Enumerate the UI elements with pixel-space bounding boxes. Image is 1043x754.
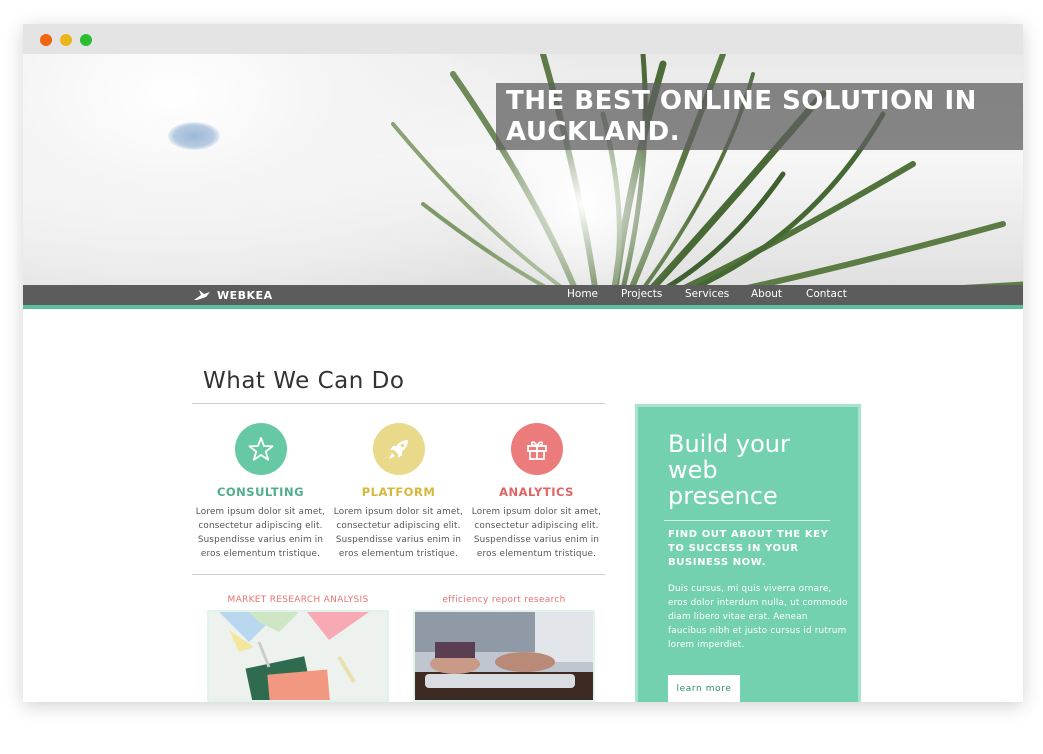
browser-window: THE BEST ONLINE SOLUTION IN AUCKLAND. WE… (23, 24, 1023, 702)
keyboard-typing-image (415, 612, 593, 700)
hero-banner: THE BEST ONLINE SOLUTION IN AUCKLAND. (23, 54, 1023, 309)
section-divider (192, 574, 605, 575)
service-title: CONSULTING (216, 485, 305, 499)
service-analytics: ANALYTICS Lorem ipsum dolor sit amet, co… (469, 423, 604, 561)
cta-body-text: Duis cursus, mi quis viverra ornare, ero… (668, 584, 848, 650)
paper-craft-image (209, 612, 387, 700)
service-title: ANALYTICS (499, 485, 574, 499)
hero-headline: THE BEST ONLINE SOLUTION IN AUCKLAND. (506, 86, 977, 147)
bird-logo-icon (194, 290, 210, 300)
consulting-circle (234, 423, 287, 475)
window-titlebar (23, 24, 1023, 54)
nav-item-about[interactable]: About (751, 288, 782, 300)
headline-banner: THE BEST ONLINE SOLUTION IN AUCKLAND. (496, 83, 1023, 150)
star-icon (248, 437, 273, 461)
analytics-circle (510, 423, 563, 475)
navbar-accent-bar (23, 305, 1023, 309)
close-window-button[interactable] (40, 34, 52, 46)
service-title: PLATFORM (361, 485, 436, 499)
cta-title: Build your web presence (668, 430, 790, 510)
maximize-window-button[interactable] (80, 34, 92, 46)
nav-item-services[interactable]: Services (685, 288, 729, 300)
project-thumbnail-market[interactable] (207, 610, 389, 702)
learn-more-button[interactable]: learn more (668, 675, 740, 702)
cta-panel: Build your web presence FIND OUT ABOUT T… (635, 404, 861, 702)
nav-item-home[interactable]: Home (567, 288, 598, 300)
project-thumbnail-efficiency[interactable] (413, 610, 595, 702)
service-description: Lorem ipsum dolor sit amet, consectetur … (195, 507, 326, 559)
project-label-efficiency[interactable]: efficiency report research (413, 595, 595, 605)
cta-divider (664, 520, 830, 521)
nav-item-contact[interactable]: Contact (806, 288, 847, 300)
gift-icon (526, 441, 547, 460)
section-title: What We Can Do (203, 368, 405, 394)
service-description: Lorem ipsum dolor sit amet, consectetur … (471, 507, 602, 559)
service-description: Lorem ipsum dolor sit amet, consectetur … (333, 507, 464, 559)
project-label-market[interactable]: MARKET RESEARCH ANALYSIS (207, 595, 389, 605)
service-consulting: CONSULTING Lorem ipsum dolor sit amet, c… (193, 423, 328, 561)
platform-circle (372, 423, 425, 475)
minimize-window-button[interactable] (60, 34, 72, 46)
section-divider (192, 403, 605, 404)
cta-subtitle: FIND OUT ABOUT THE KEY TO SUCCESS IN YOU… (668, 529, 829, 568)
brand-logo[interactable]: WEBKEA (193, 287, 273, 303)
main-navbar: WEBKEA Home Projects Services About Cont… (23, 285, 1023, 305)
rocket-icon (388, 440, 408, 459)
nav-item-projects[interactable]: Projects (621, 288, 662, 300)
service-platform: PLATFORM Lorem ipsum dolor sit amet, con… (331, 423, 466, 561)
brand-name: WEBKEA (217, 288, 273, 302)
